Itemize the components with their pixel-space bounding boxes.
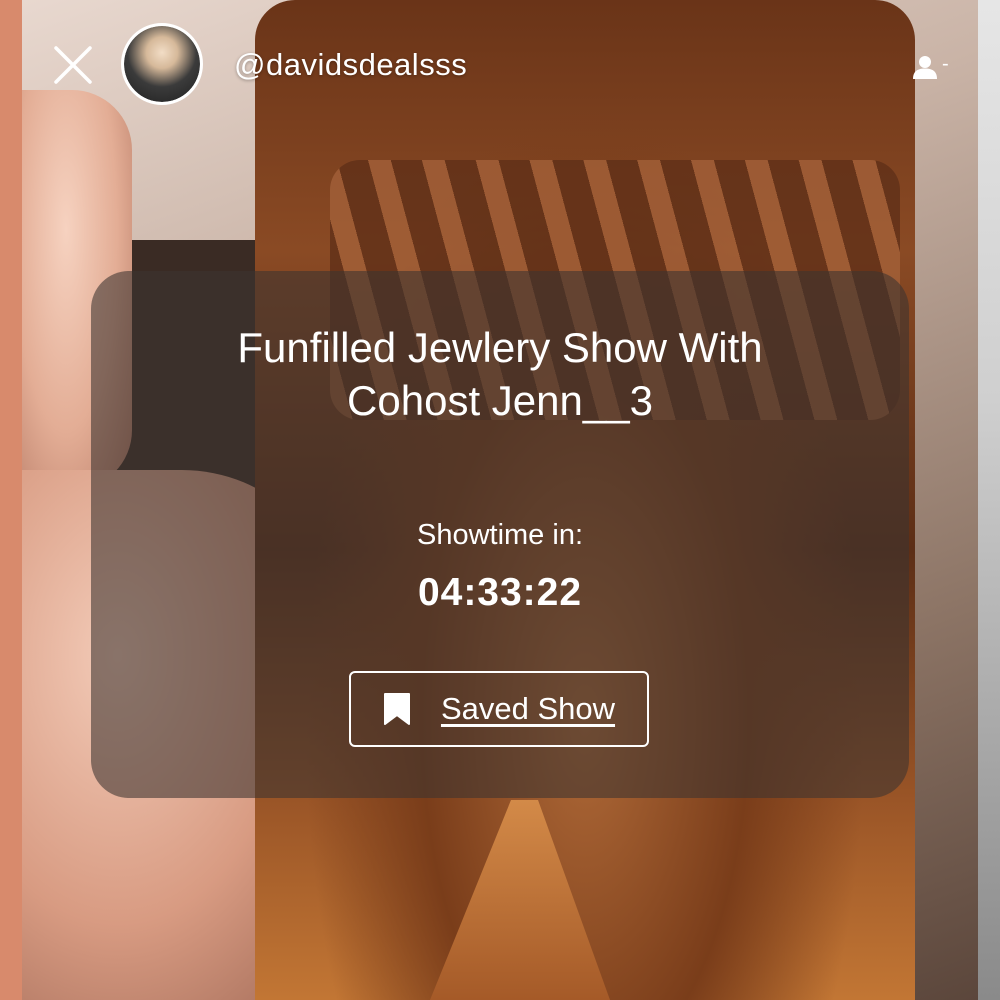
close-button[interactable]	[50, 42, 96, 88]
viewer-count: -	[942, 52, 949, 75]
bookmark-icon	[383, 693, 410, 725]
saved-show-button[interactable]: Saved Show	[349, 671, 649, 747]
show-title-line1: Funfilled Jewlery Show With	[237, 324, 763, 371]
host-username[interactable]: @davidsdealsss	[234, 47, 467, 83]
photo-left-edge	[0, 0, 22, 1000]
show-info-card: Funfilled Jewlery Show With Cohost Jenn_…	[91, 271, 909, 798]
show-title: Funfilled Jewlery Show With Cohost Jenn_…	[91, 321, 909, 427]
show-title-line2: Cohost Jenn__3	[347, 377, 653, 424]
user-icon	[913, 56, 937, 79]
avatar-image	[124, 26, 200, 102]
countdown-timer: 04:33:22	[417, 571, 583, 614]
viewer-count-button[interactable]: -	[912, 52, 962, 82]
close-icon	[54, 46, 92, 84]
saved-show-label: Saved Show	[440, 691, 616, 726]
showtime-label: Showtime in:	[416, 519, 583, 551]
host-avatar[interactable]	[121, 23, 203, 105]
photo-right-edge	[978, 0, 1000, 1000]
